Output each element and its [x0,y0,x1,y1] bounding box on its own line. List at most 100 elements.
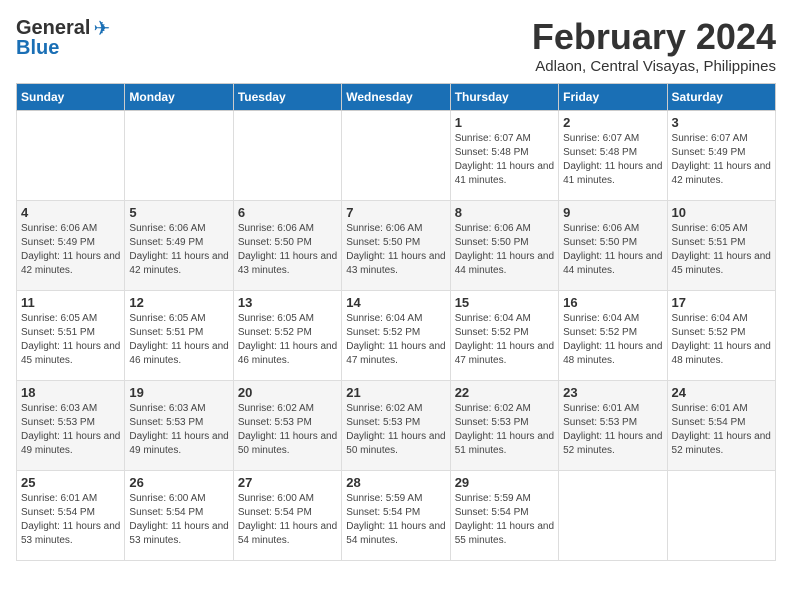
header-row: SundayMondayTuesdayWednesdayThursdayFrid… [17,84,776,111]
calendar-cell [559,471,667,561]
cell-daylight-info: Sunrise: 6:00 AMSunset: 5:54 PMDaylight:… [238,492,337,548]
column-header-wednesday: Wednesday [342,84,450,111]
calendar-cell: 8 Sunrise: 6:06 AMSunset: 5:50 PMDaylight… [450,201,558,291]
day-number: 8 [455,205,554,220]
cell-daylight-info: Sunrise: 6:01 AMSunset: 5:54 PMDaylight:… [672,402,771,458]
calendar-cell: 24 Sunrise: 6:01 AMSunset: 5:54 PMDayligh… [667,381,775,471]
cell-daylight-info: Sunrise: 6:07 AMSunset: 5:48 PMDaylight:… [455,132,554,188]
day-number: 21 [346,385,445,400]
calendar-cell: 21 Sunrise: 6:02 AMSunset: 5:53 PMDayligh… [342,381,450,471]
calendar-week-5: 25 Sunrise: 6:01 AMSunset: 5:54 PMDayligh… [17,471,776,561]
cell-daylight-info: Sunrise: 5:59 AMSunset: 5:54 PMDaylight:… [455,492,554,548]
day-number: 12 [129,295,228,310]
day-number: 6 [238,205,337,220]
calendar-cell [125,111,233,201]
calendar-cell: 11 Sunrise: 6:05 AMSunset: 5:51 PMDayligh… [17,291,125,381]
page-subtitle: Adlaon, Central Visayas, Philippines [532,58,776,75]
cell-daylight-info: Sunrise: 6:02 AMSunset: 5:53 PMDaylight:… [346,402,445,458]
day-number: 23 [563,385,662,400]
calendar-cell: 25 Sunrise: 6:01 AMSunset: 5:54 PMDayligh… [17,471,125,561]
day-number: 27 [238,475,337,490]
page-title: February 2024 [532,16,776,58]
calendar-cell: 10Sunrise: 6:05 AMSunset: 5:51 PMDayligh… [667,201,775,291]
day-number: 13 [238,295,337,310]
cell-daylight-info: Sunrise: 6:06 AMSunset: 5:49 PMDaylight:… [21,222,120,278]
column-header-sunday: Sunday [17,84,125,111]
calendar-cell [342,111,450,201]
cell-daylight-info: Sunrise: 6:05 AMSunset: 5:52 PMDaylight:… [238,312,337,368]
calendar-cell: 5 Sunrise: 6:06 AMSunset: 5:49 PMDaylight… [125,201,233,291]
day-number: 17 [672,295,771,310]
cell-daylight-info: Sunrise: 6:06 AMSunset: 5:49 PMDaylight:… [129,222,228,278]
day-number: 4 [21,205,120,220]
logo-bird-icon: ✈ [93,16,110,41]
cell-daylight-info: Sunrise: 6:06 AMSunset: 5:50 PMDaylight:… [563,222,662,278]
day-number: 28 [346,475,445,490]
cell-daylight-info: Sunrise: 6:06 AMSunset: 5:50 PMDaylight:… [346,222,445,278]
day-number: 15 [455,295,554,310]
column-header-friday: Friday [559,84,667,111]
calendar-week-4: 18 Sunrise: 6:03 AMSunset: 5:53 PMDayligh… [17,381,776,471]
cell-daylight-info: Sunrise: 6:05 AMSunset: 5:51 PMDaylight:… [21,312,120,368]
cell-daylight-info: Sunrise: 6:00 AMSunset: 5:54 PMDaylight:… [129,492,228,548]
day-number: 5 [129,205,228,220]
calendar-cell [667,471,775,561]
day-number: 25 [21,475,120,490]
calendar-cell: 19 Sunrise: 6:03 AMSunset: 5:53 PMDayligh… [125,381,233,471]
day-number: 11 [21,295,120,310]
cell-daylight-info: Sunrise: 6:07 AMSunset: 5:48 PMDaylight:… [563,132,662,188]
cell-daylight-info: Sunrise: 6:06 AMSunset: 5:50 PMDaylight:… [238,222,337,278]
calendar-cell: 4 Sunrise: 6:06 AMSunset: 5:49 PMDaylight… [17,201,125,291]
day-number: 18 [21,385,120,400]
day-number: 29 [455,475,554,490]
day-number: 16 [563,295,662,310]
cell-daylight-info: Sunrise: 6:04 AMSunset: 5:52 PMDaylight:… [563,312,662,368]
day-number: 22 [455,385,554,400]
calendar-cell [17,111,125,201]
page-header: General ✈ Blue February 2024 Adlaon, Cen… [16,16,776,75]
calendar-cell: 14 Sunrise: 6:04 AMSunset: 5:52 PMDayligh… [342,291,450,381]
calendar-cell: 17 Sunrise: 6:04 AMSunset: 5:52 PMDayligh… [667,291,775,381]
title-section: February 2024 Adlaon, Central Visayas, P… [532,16,776,75]
day-number: 14 [346,295,445,310]
calendar-cell: 26Sunrise: 6:00 AMSunset: 5:54 PMDayligh… [125,471,233,561]
cell-daylight-info: Sunrise: 6:01 AMSunset: 5:54 PMDaylight:… [21,492,120,548]
calendar-week-1: 1 Sunrise: 6:07 AMSunset: 5:48 PMDaylight… [17,111,776,201]
cell-daylight-info: Sunrise: 6:04 AMSunset: 5:52 PMDaylight:… [455,312,554,368]
day-number: 24 [672,385,771,400]
cell-daylight-info: Sunrise: 6:05 AMSunset: 5:51 PMDaylight:… [672,222,771,278]
cell-daylight-info: Sunrise: 6:06 AMSunset: 5:50 PMDaylight:… [455,222,554,278]
calendar-cell: 12 Sunrise: 6:05 AMSunset: 5:51 PMDayligh… [125,291,233,381]
calendar-cell: 20Sunrise: 6:02 AMSunset: 5:53 PMDayligh… [233,381,341,471]
calendar-cell: 27 Sunrise: 6:00 AMSunset: 5:54 PMDayligh… [233,471,341,561]
calendar-cell: 1 Sunrise: 6:07 AMSunset: 5:48 PMDaylight… [450,111,558,201]
calendar-cell [233,111,341,201]
calendar-week-2: 4 Sunrise: 6:06 AMSunset: 5:49 PMDaylight… [17,201,776,291]
cell-daylight-info: Sunrise: 6:01 AMSunset: 5:53 PMDaylight:… [563,402,662,458]
calendar-cell: 22 Sunrise: 6:02 AMSunset: 5:53 PMDayligh… [450,381,558,471]
calendar-cell: 29 Sunrise: 5:59 AMSunset: 5:54 PMDayligh… [450,471,558,561]
cell-daylight-info: Sunrise: 6:02 AMSunset: 5:53 PMDaylight:… [455,402,554,458]
calendar-cell: 3Sunrise: 6:07 AMSunset: 5:49 PMDaylight… [667,111,775,201]
column-header-tuesday: Tuesday [233,84,341,111]
cell-daylight-info: Sunrise: 6:03 AMSunset: 5:53 PMDaylight:… [21,402,120,458]
logo-blue-text: Blue [16,37,59,60]
calendar-cell: 13 Sunrise: 6:05 AMSunset: 5:52 PMDayligh… [233,291,341,381]
calendar-week-3: 11 Sunrise: 6:05 AMSunset: 5:51 PMDayligh… [17,291,776,381]
calendar-cell: 7Sunrise: 6:06 AMSunset: 5:50 PMDaylight… [342,201,450,291]
cell-daylight-info: Sunrise: 6:04 AMSunset: 5:52 PMDaylight:… [672,312,771,368]
day-number: 20 [238,385,337,400]
calendar-cell: 6 Sunrise: 6:06 AMSunset: 5:50 PMDaylight… [233,201,341,291]
cell-daylight-info: Sunrise: 6:03 AMSunset: 5:53 PMDaylight:… [129,402,228,458]
day-number: 1 [455,115,554,130]
day-number: 19 [129,385,228,400]
cell-daylight-info: Sunrise: 6:05 AMSunset: 5:51 PMDaylight:… [129,312,228,368]
cell-daylight-info: Sunrise: 6:04 AMSunset: 5:52 PMDaylight:… [346,312,445,368]
column-header-saturday: Saturday [667,84,775,111]
logo: General ✈ Blue [16,16,110,60]
calendar-cell: 9Sunrise: 6:06 AMSunset: 5:50 PMDaylight… [559,201,667,291]
calendar-cell: 18 Sunrise: 6:03 AMSunset: 5:53 PMDayligh… [17,381,125,471]
calendar-cell: 2Sunrise: 6:07 AMSunset: 5:48 PMDaylight… [559,111,667,201]
calendar-table: SundayMondayTuesdayWednesdayThursdayFrid… [16,83,776,561]
cell-daylight-info: Sunrise: 6:07 AMSunset: 5:49 PMDaylight:… [672,132,771,188]
